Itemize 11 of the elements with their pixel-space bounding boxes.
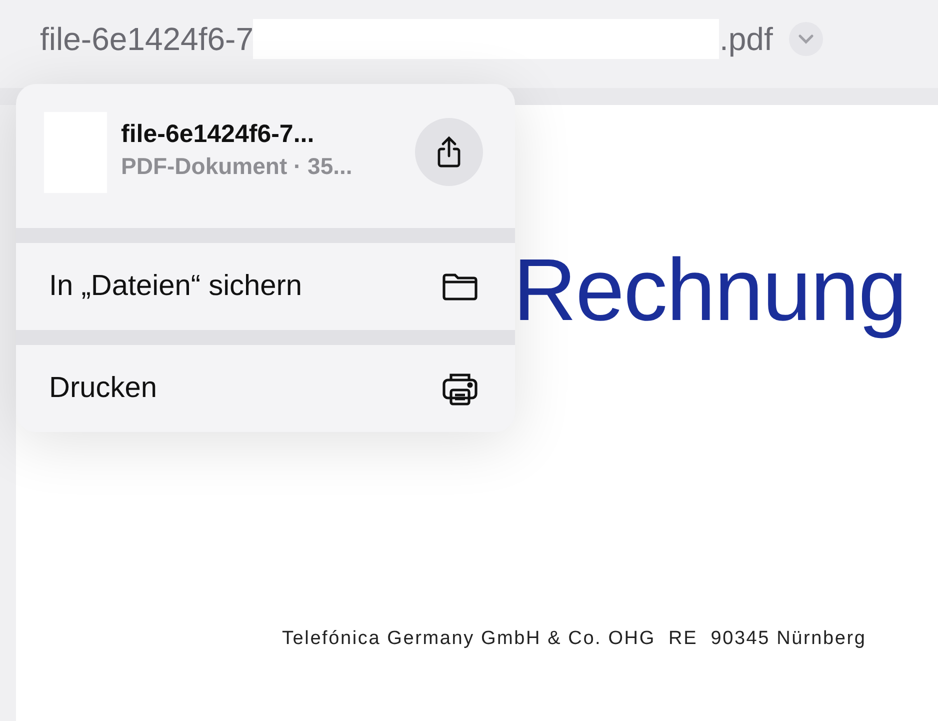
file-extension: .pdf xyxy=(719,20,773,58)
chevron-down-icon xyxy=(798,34,814,44)
file-name: file-6e1424f6-7... xyxy=(121,120,316,149)
share-icon xyxy=(436,136,462,168)
document-heading: Rechnung xyxy=(513,239,906,341)
menu-item[interactable]: In „Dateien“ sichern xyxy=(16,243,515,330)
document-footer: Telefónica Germany GmbH & Co. OHG RE 90345 Nürnberg xyxy=(282,628,866,650)
folder-icon xyxy=(441,272,479,302)
file-info: PDF-Dokument · 35... xyxy=(121,153,354,180)
window-title: file-6e1424f6-7 xyxy=(40,20,254,58)
menu-item[interactable]: Drucken xyxy=(16,345,515,432)
